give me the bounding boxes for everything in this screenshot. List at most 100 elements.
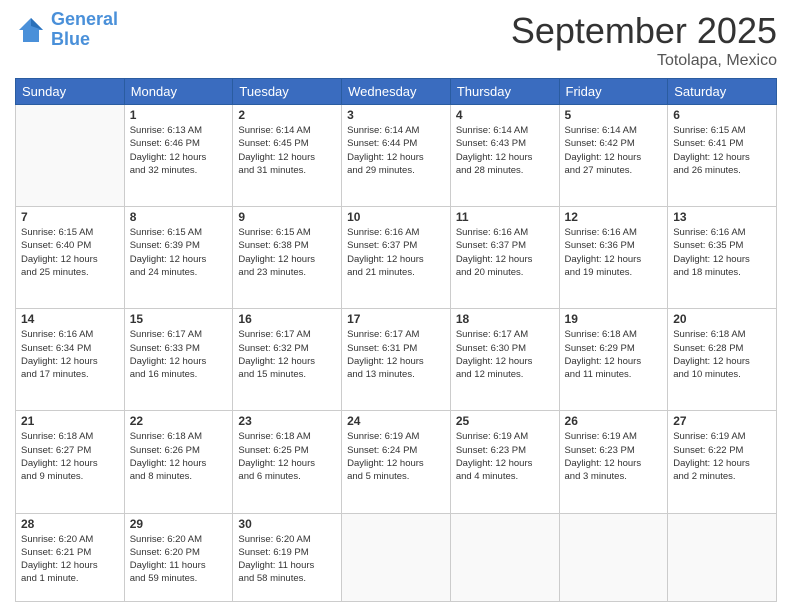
table-row: 15 Sunrise: 6:17 AM Sunset: 6:33 PM Dayli… — [124, 309, 233, 411]
day-info: Sunrise: 6:14 AM Sunset: 6:45 PM Dayligh… — [238, 124, 336, 177]
day-number: 21 — [21, 414, 119, 428]
day-number: 28 — [21, 517, 119, 531]
day-number: 13 — [673, 210, 771, 224]
logo-blue: Blue — [51, 29, 90, 49]
day-info: Sunrise: 6:15 AM Sunset: 6:40 PM Dayligh… — [21, 226, 119, 279]
day-info: Sunrise: 6:16 AM Sunset: 6:34 PM Dayligh… — [21, 328, 119, 381]
day-number: 8 — [130, 210, 228, 224]
day-number: 3 — [347, 108, 445, 122]
day-number: 10 — [347, 210, 445, 224]
day-number: 5 — [565, 108, 663, 122]
logo-text: General Blue — [51, 10, 118, 50]
table-row: 27 Sunrise: 6:19 AM Sunset: 6:22 PM Dayli… — [668, 411, 777, 513]
day-number: 12 — [565, 210, 663, 224]
col-thursday: Thursday — [450, 79, 559, 105]
table-row: 26Sunrise: 6:19 AM Sunset: 6:23 PM Dayli… — [559, 411, 668, 513]
day-info: Sunrise: 6:17 AM Sunset: 6:31 PM Dayligh… — [347, 328, 445, 381]
table-row: 19Sunrise: 6:18 AM Sunset: 6:29 PM Dayli… — [559, 309, 668, 411]
day-info: Sunrise: 6:20 AM Sunset: 6:21 PM Dayligh… — [21, 533, 119, 586]
table-row — [668, 513, 777, 601]
col-sunday: Sunday — [16, 79, 125, 105]
table-row: 5 Sunrise: 6:14 AM Sunset: 6:42 PM Daylig… — [559, 105, 668, 207]
day-info: Sunrise: 6:15 AM Sunset: 6:39 PM Dayligh… — [130, 226, 228, 279]
table-row: 2Sunrise: 6:14 AM Sunset: 6:45 PM Daylig… — [233, 105, 342, 207]
day-info: Sunrise: 6:20 AM Sunset: 6:19 PM Dayligh… — [238, 533, 336, 586]
table-row: 18 Sunrise: 6:17 AM Sunset: 6:30 PM Dayli… — [450, 309, 559, 411]
table-row — [559, 513, 668, 601]
col-wednesday: Wednesday — [342, 79, 451, 105]
table-row: 28 Sunrise: 6:20 AM Sunset: 6:21 PM Dayli… — [16, 513, 125, 601]
day-number: 17 — [347, 312, 445, 326]
day-info: Sunrise: 6:18 AM Sunset: 6:28 PM Dayligh… — [673, 328, 771, 381]
day-number: 6 — [673, 108, 771, 122]
day-number: 29 — [130, 517, 228, 531]
col-saturday: Saturday — [668, 79, 777, 105]
day-info: Sunrise: 6:19 AM Sunset: 6:24 PM Dayligh… — [347, 430, 445, 483]
table-row: 6 Sunrise: 6:15 AM Sunset: 6:41 PM Daylig… — [668, 105, 777, 207]
table-row: 1Sunrise: 6:13 AM Sunset: 6:46 PM Daylig… — [124, 105, 233, 207]
month-title: September 2025 — [511, 10, 777, 52]
day-info: Sunrise: 6:16 AM Sunset: 6:37 PM Dayligh… — [347, 226, 445, 279]
day-info: Sunrise: 6:14 AM Sunset: 6:43 PM Dayligh… — [456, 124, 554, 177]
table-row: 9 Sunrise: 6:15 AM Sunset: 6:38 PM Daylig… — [233, 207, 342, 309]
day-number: 14 — [21, 312, 119, 326]
table-row — [450, 513, 559, 601]
table-row: 21 Sunrise: 6:18 AM Sunset: 6:27 PM Dayli… — [16, 411, 125, 513]
logo-general: General — [51, 9, 118, 29]
table-row: 13 Sunrise: 6:16 AM Sunset: 6:35 PM Dayli… — [668, 207, 777, 309]
calendar-header-row: Sunday Monday Tuesday Wednesday Thursday… — [16, 79, 777, 105]
day-info: Sunrise: 6:18 AM Sunset: 6:25 PM Dayligh… — [238, 430, 336, 483]
table-row: 30 Sunrise: 6:20 AM Sunset: 6:19 PM Dayli… — [233, 513, 342, 601]
day-info: Sunrise: 6:19 AM Sunset: 6:23 PM Dayligh… — [456, 430, 554, 483]
day-info: Sunrise: 6:14 AM Sunset: 6:44 PM Dayligh… — [347, 124, 445, 177]
day-number: 27 — [673, 414, 771, 428]
day-number: 1 — [130, 108, 228, 122]
day-info: Sunrise: 6:14 AM Sunset: 6:42 PM Dayligh… — [565, 124, 663, 177]
day-number: 16 — [238, 312, 336, 326]
day-number: 15 — [130, 312, 228, 326]
table-row: 25 Sunrise: 6:19 AM Sunset: 6:23 PM Dayli… — [450, 411, 559, 513]
table-row: 12 Sunrise: 6:16 AM Sunset: 6:36 PM Dayli… — [559, 207, 668, 309]
day-number: 26 — [565, 414, 663, 428]
table-row — [342, 513, 451, 601]
logo-icon — [15, 14, 47, 46]
table-row: 20 Sunrise: 6:18 AM Sunset: 6:28 PM Dayli… — [668, 309, 777, 411]
day-number: 20 — [673, 312, 771, 326]
day-info: Sunrise: 6:15 AM Sunset: 6:41 PM Dayligh… — [673, 124, 771, 177]
day-number: 9 — [238, 210, 336, 224]
table-row: 10 Sunrise: 6:16 AM Sunset: 6:37 PM Dayli… — [342, 207, 451, 309]
day-number: 24 — [347, 414, 445, 428]
day-info: Sunrise: 6:16 AM Sunset: 6:37 PM Dayligh… — [456, 226, 554, 279]
table-row: 16Sunrise: 6:17 AM Sunset: 6:32 PM Dayli… — [233, 309, 342, 411]
day-number: 23 — [238, 414, 336, 428]
table-row: 14 Sunrise: 6:16 AM Sunset: 6:34 PM Dayli… — [16, 309, 125, 411]
day-info: Sunrise: 6:15 AM Sunset: 6:38 PM Dayligh… — [238, 226, 336, 279]
day-number: 18 — [456, 312, 554, 326]
table-row: 7Sunrise: 6:15 AM Sunset: 6:40 PM Daylig… — [16, 207, 125, 309]
table-row: 4 Sunrise: 6:14 AM Sunset: 6:43 PM Daylig… — [450, 105, 559, 207]
title-block: September 2025 Totolapa, Mexico — [511, 10, 777, 70]
day-info: Sunrise: 6:16 AM Sunset: 6:36 PM Dayligh… — [565, 226, 663, 279]
day-info: Sunrise: 6:17 AM Sunset: 6:30 PM Dayligh… — [456, 328, 554, 381]
calendar-table: Sunday Monday Tuesday Wednesday Thursday… — [15, 78, 777, 602]
day-info: Sunrise: 6:17 AM Sunset: 6:33 PM Dayligh… — [130, 328, 228, 381]
day-info: Sunrise: 6:16 AM Sunset: 6:35 PM Dayligh… — [673, 226, 771, 279]
day-number: 30 — [238, 517, 336, 531]
day-number: 11 — [456, 210, 554, 224]
header: General Blue September 2025 Totolapa, Me… — [15, 10, 777, 70]
table-row — [16, 105, 125, 207]
day-info: Sunrise: 6:18 AM Sunset: 6:29 PM Dayligh… — [565, 328, 663, 381]
table-row: 29Sunrise: 6:20 AM Sunset: 6:20 PM Dayli… — [124, 513, 233, 601]
col-tuesday: Tuesday — [233, 79, 342, 105]
day-number: 25 — [456, 414, 554, 428]
table-row: 3 Sunrise: 6:14 AM Sunset: 6:44 PM Daylig… — [342, 105, 451, 207]
day-info: Sunrise: 6:18 AM Sunset: 6:26 PM Dayligh… — [130, 430, 228, 483]
table-row: 8 Sunrise: 6:15 AM Sunset: 6:39 PM Daylig… — [124, 207, 233, 309]
day-number: 22 — [130, 414, 228, 428]
day-number: 4 — [456, 108, 554, 122]
location: Totolapa, Mexico — [511, 52, 777, 70]
col-monday: Monday — [124, 79, 233, 105]
day-info: Sunrise: 6:19 AM Sunset: 6:22 PM Dayligh… — [673, 430, 771, 483]
table-row: 24 Sunrise: 6:19 AM Sunset: 6:24 PM Dayli… — [342, 411, 451, 513]
day-info: Sunrise: 6:18 AM Sunset: 6:27 PM Dayligh… — [21, 430, 119, 483]
